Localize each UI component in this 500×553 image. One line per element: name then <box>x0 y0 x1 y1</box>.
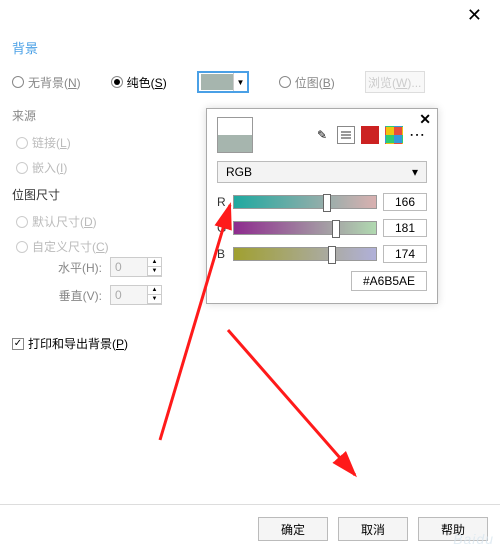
r-label: R <box>217 195 227 209</box>
color-dropdown-button[interactable]: ▼ <box>197 71 249 93</box>
horizontal-value: 0 <box>111 258 147 276</box>
radio-icon <box>16 137 28 149</box>
b-label: B <box>217 247 227 261</box>
radio-icon <box>16 216 28 228</box>
r-slider[interactable] <box>233 195 377 209</box>
hex-value-input[interactable]: #A6B5AE <box>351 271 427 291</box>
radio-no-background[interactable]: 无背景(N) <box>12 74 81 91</box>
print-export-checkbox[interactable]: ✓ 打印和导出背景(P) <box>12 335 480 352</box>
sliders-icon[interactable] <box>337 126 355 144</box>
cancel-button[interactable]: 取消 <box>338 517 408 541</box>
chevron-down-icon: ▾ <box>412 165 418 179</box>
close-icon[interactable]: ✕ <box>419 111 431 128</box>
browse-button: 浏览(W)... <box>365 71 425 93</box>
slider-thumb-icon[interactable] <box>323 194 331 212</box>
vertical-value: 0 <box>111 286 147 304</box>
radio-solid-color[interactable]: 纯色(S) <box>111 74 167 91</box>
color-tool-icon[interactable] <box>361 126 379 144</box>
g-value-input[interactable]: 181 <box>383 219 427 237</box>
spinner-up-icon: ▲ <box>147 286 161 295</box>
r-value-input[interactable]: 166 <box>383 193 427 211</box>
vertical-label: 垂直(V): <box>12 287 102 304</box>
radio-icon <box>16 162 28 174</box>
palette-icon[interactable] <box>385 126 403 144</box>
color-mode-select[interactable]: RGB ▾ <box>217 161 427 183</box>
watermark: Baidu <box>453 531 494 547</box>
section-title-background: 背景 <box>12 38 480 57</box>
b-slider[interactable] <box>233 247 377 261</box>
spinner-down-icon: ▼ <box>147 295 161 304</box>
more-icon[interactable]: ∙∙∙ <box>409 126 427 144</box>
spinner-up-icon: ▲ <box>147 258 161 267</box>
ok-button[interactable]: 确定 <box>258 517 328 541</box>
slider-thumb-icon[interactable] <box>328 246 336 264</box>
radio-icon <box>16 241 28 253</box>
horizontal-input: 0 ▲▼ <box>110 257 162 277</box>
divider <box>0 504 500 505</box>
color-swatch-icon <box>201 74 234 90</box>
spinner-down-icon: ▼ <box>147 267 161 276</box>
color-mode-value: RGB <box>226 165 252 179</box>
radio-icon <box>279 76 291 88</box>
radio-icon <box>111 76 123 88</box>
horizontal-label: 水平(H): <box>12 259 102 276</box>
color-picker-popup: ✕ ✎ ∙∙∙ RGB ▾ R 166 G 181 B 174 #A6B5AE <box>206 108 438 304</box>
g-label: G <box>217 221 227 235</box>
g-slider[interactable] <box>233 221 377 235</box>
radio-icon <box>12 76 24 88</box>
chevron-down-icon: ▼ <box>233 73 246 91</box>
background-type-group: 无背景(N) 纯色(S) ▼ 位图(B) 浏览(W)... <box>12 71 480 93</box>
radio-bitmap[interactable]: 位图(B) <box>279 74 335 91</box>
checkbox-icon: ✓ <box>12 338 24 350</box>
b-value-input[interactable]: 174 <box>383 245 427 263</box>
eyedropper-icon[interactable]: ✎ <box>313 126 331 144</box>
color-preview-swatch <box>217 117 253 153</box>
vertical-input: 0 ▲▼ <box>110 285 162 305</box>
slider-thumb-icon[interactable] <box>332 220 340 238</box>
close-icon[interactable]: ✕ <box>457 5 492 26</box>
